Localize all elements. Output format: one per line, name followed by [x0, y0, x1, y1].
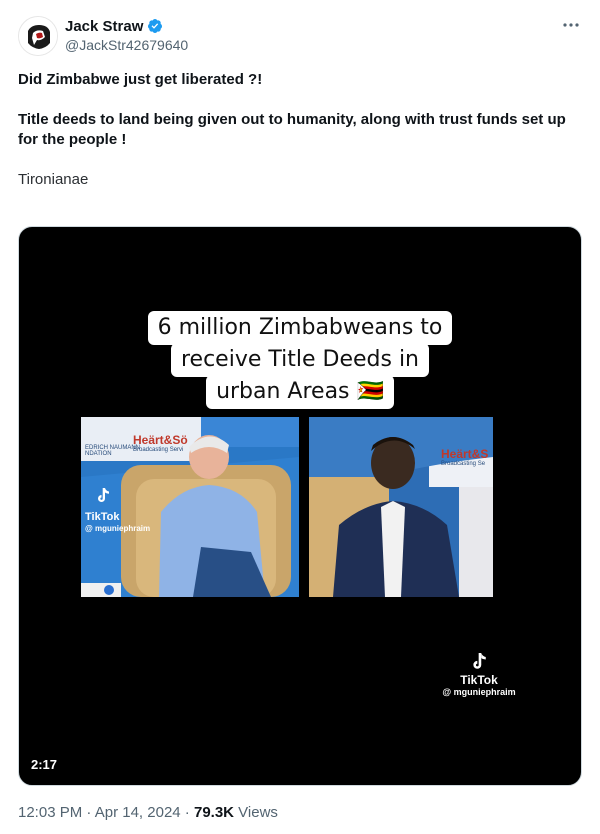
views-label: Views — [234, 804, 278, 821]
frame-left-backdrop-2: Broadcasting Servi — [133, 447, 184, 453]
tiktok-icon — [429, 651, 529, 673]
meta-separator: · — [180, 804, 194, 821]
frame-left-tiktok-label: TikTok — [85, 511, 120, 523]
tiktok-label: TikTok — [460, 673, 498, 687]
caption-line-1: 6 million Zimbabweans to — [147, 311, 453, 345]
video-duration: 2:17 — [31, 757, 58, 772]
tweet-line-2: Title deeds to land being given out to h… — [18, 111, 566, 148]
verified-badge-icon — [147, 18, 163, 34]
name-row: Jack Straw — [65, 16, 188, 36]
handle[interactable]: @JackStr42679640 — [65, 37, 188, 53]
avatar[interactable] — [18, 16, 58, 56]
tweet-text: Did Zimbabwe just get liberated ?! Title… — [18, 70, 580, 190]
tweet-time[interactable]: 12:03 PM — [18, 804, 82, 821]
author-block: Jack Straw @JackStr42679640 — [65, 16, 188, 54]
frame-left-backdrop-1: Heärt&Sö — [133, 433, 188, 447]
views-count[interactable]: 79.3K — [194, 804, 234, 821]
display-name[interactable]: Jack Straw — [65, 18, 143, 35]
more-button[interactable] — [560, 14, 582, 36]
tiktok-watermark: TikTok @ mguniephraim — [429, 651, 529, 697]
frame-left-tiktok-user: @ mguniephraim — [85, 524, 151, 533]
tweet-date[interactable]: Apr 14, 2024 — [95, 804, 181, 821]
frame-right-backdrop-2: Broadcasting Se — [441, 461, 486, 467]
avatar-logo — [19, 17, 57, 55]
tweet-header: Jack Straw @JackStr42679640 — [18, 14, 588, 58]
video-caption: 6 million Zimbabweans to receive Title D… — [19, 311, 581, 409]
interview-scene-left — [81, 417, 299, 597]
more-icon — [563, 23, 579, 27]
caption-line-3: urban Areas 🇿🇼 — [206, 375, 394, 409]
tweet-meta: 12:03 PM · Apr 14, 2024 · 79.3K Views — [18, 804, 278, 821]
video-frame-right: Heärt&S Broadcasting Se — [309, 417, 493, 597]
interview-scene-right — [309, 417, 493, 597]
video-player[interactable]: 6 million Zimbabweans to receive Title D… — [18, 226, 582, 786]
frame-left-backdrop-3: EDRICH NAUMANN NDATION — [85, 445, 141, 457]
frame-right-backdrop-1: Heärt&S — [441, 447, 489, 461]
tweet-line-1: Did Zimbabwe just get liberated ?! — [18, 71, 263, 88]
meta-separator: · — [82, 804, 95, 821]
tiktok-user: @ mguniephraim — [442, 687, 516, 697]
video-frame-left: EDRICH NAUMANN NDATION Heärt&Sö Broadcas… — [81, 417, 299, 597]
tweet-line-3: Tironianae — [18, 171, 89, 188]
caption-line-2: receive Title Deeds in — [170, 343, 429, 377]
